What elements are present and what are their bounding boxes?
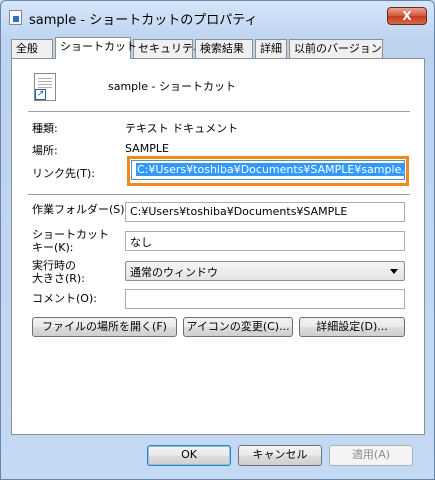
open-file-location-button[interactable]: ファイルの場所を開く(F) [32, 317, 177, 337]
run-size-label-line2: 大きさ(R): [32, 272, 85, 285]
location-value: SAMPLE [125, 142, 169, 155]
close-button[interactable]: X [387, 7, 427, 25]
tab-previous-versions[interactable]: 以前のバージョン [289, 39, 383, 59]
workdir-input[interactable]: C:¥Users¥toshiba¥Documents¥SAMPLE [125, 202, 405, 222]
shortcut-tab-panel: ↗ sample - ショートカット 種類: テキスト ドキュメント 場所: S… [11, 58, 425, 435]
comment-label: コメント(O): [32, 292, 97, 305]
tab-strip: 全般 ショートカット セキュリティ 検索結果 詳細 以前のバージョン [11, 37, 425, 59]
text-file-icon: ↗ [34, 73, 56, 101]
cancel-button[interactable]: キャンセル [238, 445, 322, 466]
target-label: リンク先(T): [32, 167, 96, 180]
divider [28, 194, 410, 196]
title-bar: sample - ショートカットのプロパティ X [1, 1, 434, 33]
change-icon-button[interactable]: アイコンの変更(C)... [183, 317, 293, 337]
workdir-label: 作業フォルダー(S): [32, 203, 129, 216]
ok-button[interactable]: OK [147, 445, 231, 466]
target-selected-text: C:¥Users¥toshiba¥Documents¥SAMPLE¥sample… [136, 163, 404, 176]
comment-input[interactable] [125, 289, 405, 309]
tab-search-results[interactable]: 検索結果 [195, 39, 253, 59]
type-value: テキスト ドキュメント [125, 122, 239, 135]
run-size-selected-value: 通常のウィンドウ [130, 266, 218, 279]
type-label: 種類: [32, 122, 58, 135]
shortcut-name: sample - ショートカット [108, 80, 236, 93]
run-size-select[interactable]: 通常のウィンドウ [125, 261, 405, 281]
divider [28, 111, 410, 113]
hotkey-input[interactable]: なし [125, 231, 405, 251]
chevron-down-icon [390, 269, 398, 274]
shortcut-file-icon [9, 10, 22, 25]
tab-shortcut[interactable]: ショートカット [55, 37, 137, 59]
window-title: sample - ショートカットのプロパティ [29, 13, 258, 28]
hotkey-label-line2: キー(K): [32, 241, 74, 254]
apply-button[interactable]: 適用(A) [329, 445, 413, 466]
location-label: 場所: [32, 144, 58, 157]
target-input[interactable]: C:¥Users¥toshiba¥Documents¥SAMPLE¥sample… [131, 160, 405, 180]
tab-security[interactable]: セキュリティ [133, 39, 203, 59]
tab-details[interactable]: 詳細 [255, 39, 287, 59]
shortcut-arrow-icon: ↗ [35, 89, 46, 100]
tab-general[interactable]: 全般 [11, 39, 53, 59]
properties-window: sample - ショートカットのプロパティ X 全般 ショートカット セキュリ… [0, 0, 435, 480]
advanced-settings-button[interactable]: 詳細設定(D)... [299, 317, 405, 337]
